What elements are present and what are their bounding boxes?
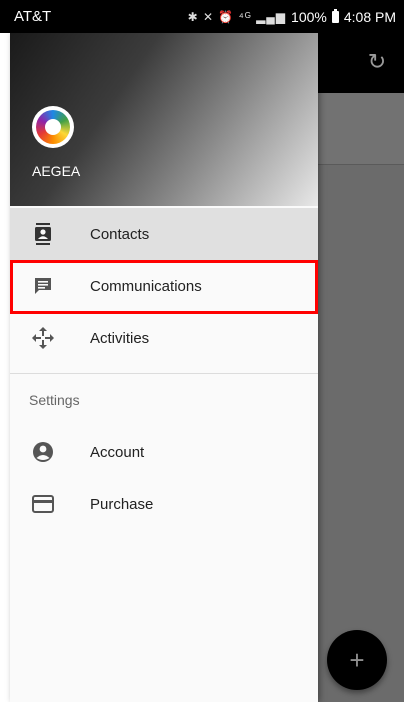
account-circle-icon (31, 440, 55, 464)
drawer-edge (0, 33, 10, 702)
chat-icon (31, 274, 55, 298)
status-bar: AT&T ✱ ✕ ⏰ ⁴ᴳ ▂▄▆ 100% 4:08 PM (0, 0, 404, 33)
battery-percent: 100% (291, 8, 327, 25)
menu-item-label: Purchase (90, 495, 154, 513)
menu-item-label: Contacts (90, 225, 150, 243)
contacts-icon (31, 222, 55, 246)
credit-card-icon (31, 492, 55, 516)
menu-item-contacts[interactable]: Contacts (10, 208, 318, 260)
menu-item-communications[interactable]: Communications (10, 260, 318, 314)
menu-item-account[interactable]: Account (10, 426, 318, 478)
menu-item-activities[interactable]: Activities (10, 312, 318, 364)
drawer-header: AEGEA (10, 33, 318, 206)
battery-icon (331, 8, 339, 23)
menu-list: Contacts Communications Activities (10, 206, 318, 364)
menu-item-label: Account (90, 443, 145, 461)
status-icons: ✱ ✕ ⏰ ⁴ᴳ ▂▄▆ 100% 4:08 PM (187, 8, 396, 25)
carrier-label: AT&T (14, 8, 52, 25)
move-icon (31, 326, 55, 350)
menu-item-purchase[interactable]: Purchase (10, 478, 318, 530)
navigation-drawer: AEGEA Contacts Communications Activities… (10, 33, 318, 702)
add-fab-button[interactable]: + (327, 630, 387, 690)
menu-item-label: Communications (90, 277, 202, 295)
menu-item-label: Activities (90, 329, 150, 347)
clock: 4:08 PM (343, 8, 396, 25)
settings-section-title: Settings (29, 392, 80, 408)
status-glyphs: ✱ ✕ ⏰ ⁴ᴳ ▂▄▆ (187, 9, 287, 24)
refresh-icon[interactable]: ↻ (366, 51, 388, 73)
app-name: AEGEA (32, 163, 81, 179)
aegea-logo (32, 106, 74, 148)
